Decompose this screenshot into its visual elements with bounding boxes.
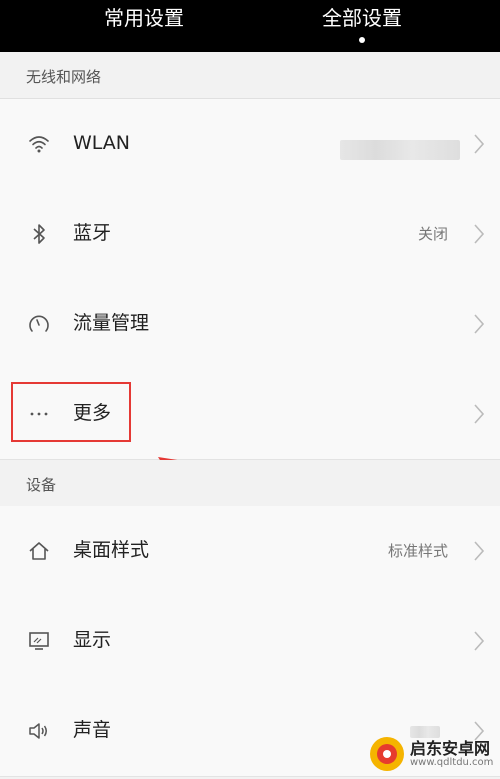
chevron-right-icon	[474, 404, 485, 424]
top-tab-bar: 常用设置 全部设置	[0, 0, 500, 52]
active-tab-indicator	[359, 37, 365, 43]
section-title-wireless: 无线和网络	[26, 68, 102, 86]
settings-row-wlan-label: WLAN	[73, 132, 131, 154]
gauge-icon	[29, 315, 49, 332]
section-title-device: 设备	[26, 476, 57, 494]
chevron-right-icon	[474, 224, 485, 244]
blurred-network-name	[340, 140, 460, 160]
settings-row-data-usage[interactable]: 流量管理	[0, 279, 500, 370]
settings-row-sound-label: 声音	[73, 719, 112, 741]
home-icon	[29, 542, 49, 560]
settings-row-display-label: 显示	[73, 629, 112, 651]
watermark-url: www.qdltdu.com	[410, 757, 494, 768]
wifi-icon	[29, 136, 49, 153]
tab-all-settings-label: 全部设置	[322, 6, 402, 30]
chevron-right-icon	[474, 314, 485, 334]
watermark-logo-icon	[370, 737, 404, 771]
settings-row-bluetooth[interactable]: 蓝牙 关闭	[0, 189, 500, 280]
tab-common-settings-label: 常用设置	[104, 6, 184, 30]
tab-all-settings[interactable]: 全部设置	[302, 4, 422, 48]
chevron-right-icon	[474, 541, 485, 561]
display-icon	[29, 632, 49, 650]
watermark: 启东安卓网 www.qdltdu.com	[360, 729, 500, 779]
tab-common-settings[interactable]: 常用设置	[84, 4, 204, 48]
settings-row-bluetooth-label: 蓝牙	[73, 222, 112, 244]
speaker-icon	[29, 723, 47, 739]
chevron-right-icon	[474, 134, 485, 154]
settings-row-data-usage-label: 流量管理	[73, 312, 150, 334]
watermark-title: 启东安卓网	[410, 739, 491, 758]
settings-row-desktop-style-label: 桌面样式	[73, 539, 150, 561]
settings-row-desktop-style-value: 标准样式	[387, 542, 448, 560]
annotation-highlight-box	[11, 382, 131, 442]
settings-row-desktop-style[interactable]: 桌面样式 标准样式	[0, 506, 500, 597]
settings-row-bluetooth-value: 关闭	[417, 225, 448, 243]
section-header-device: 设备	[0, 460, 500, 507]
section-header-wireless: 无线和网络	[0, 52, 500, 99]
settings-row-display[interactable]: 显示	[0, 596, 500, 687]
bluetooth-icon	[33, 224, 45, 244]
chevron-right-icon	[474, 631, 485, 651]
